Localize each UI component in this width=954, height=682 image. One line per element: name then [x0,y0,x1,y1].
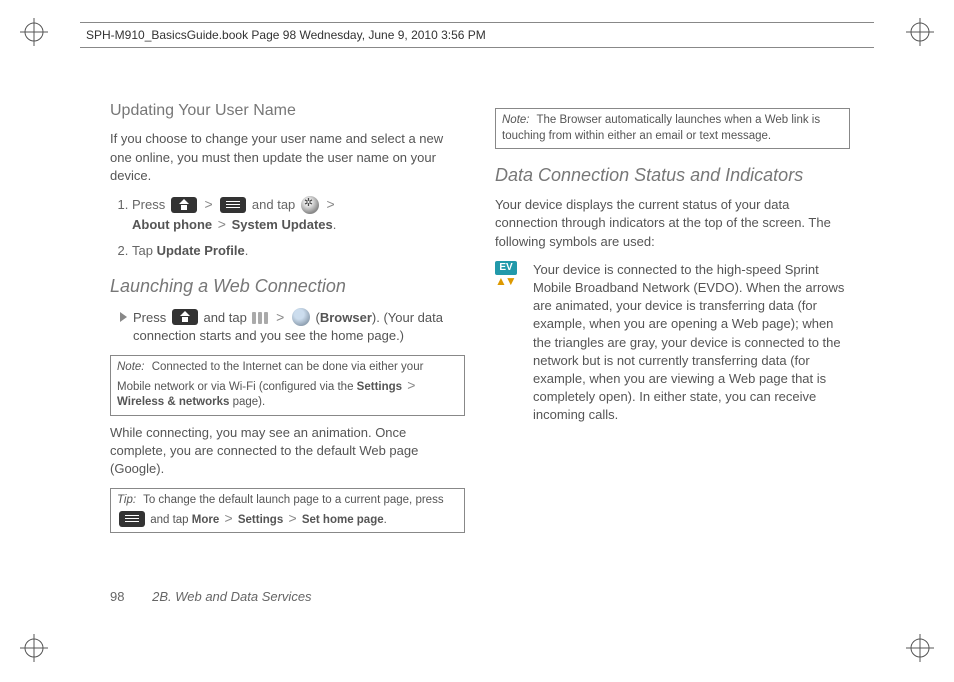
step-2: Tap Update Profile. [132,242,465,260]
menu-path-item: Wireless & networks [117,396,229,408]
heading-updating-username: Updating Your User Name [110,100,465,122]
chevron-icon: > [276,309,284,325]
crop-mark-icon [906,18,934,46]
note-label: Note: [117,361,145,373]
right-column: Note: The Browser automatically launches… [495,100,850,620]
home-key-icon [172,309,198,325]
running-header: SPH-M910_BasicsGuide.book Page 98 Wednes… [80,22,874,48]
chevron-icon: > [288,510,296,526]
app-name: Browser [320,310,372,325]
tip-label: Tip: [117,494,136,506]
note-label: Note: [502,114,530,126]
tip-box: Tip: To change the default launch page t… [110,488,465,533]
menu-key-icon [119,511,145,527]
chevron-icon: > [224,510,232,526]
paragraph: If you choose to change your user name a… [110,130,465,185]
settings-gear-icon [301,196,319,214]
text: and tap [203,310,250,325]
menu-path-item: Set home page [302,514,384,526]
crop-mark-icon [20,634,48,662]
step-text: Press and tap > (Browser). (Your data co… [133,308,465,346]
text: Tap [132,243,157,258]
ev-badge: EV [495,261,517,275]
tip-text: To change the default launch page to a c… [143,494,444,506]
section-title: 2B. Web and Data Services [152,589,311,604]
text: and tap [252,197,299,212]
paragraph: While connecting, you may see an animati… [110,424,465,479]
paragraph: Your device is connected to the high-spe… [533,261,850,425]
paragraph: Your device displays the current status … [495,196,850,251]
page-number: 98 [110,589,124,604]
tip-text: and tap [150,514,192,526]
tip-text: . [384,514,387,526]
bullet-triangle-icon [120,312,127,322]
menu-path-item: System Updates [232,217,333,232]
evdo-indicator-icon: EV ▲▼ [495,261,523,425]
menu-path-item: Settings [357,381,402,393]
heading-launching-web: Launching a Web Connection [110,274,465,299]
chevron-icon: > [218,216,226,232]
running-header-text: SPH-M910_BasicsGuide.book Page 98 Wednes… [86,28,486,42]
note-text: The Browser automatically launches when … [502,114,820,142]
chevron-icon: > [327,196,335,212]
crop-mark-icon [20,18,48,46]
note-box: Note: Connected to the Internet can be d… [110,355,465,416]
crop-mark-icon [906,634,934,662]
step-1: Press > and tap > About phone > System U… [132,195,465,234]
status-bar-icon [252,312,268,324]
chevron-icon: > [407,377,415,393]
data-arrows-icon: ▲▼ [495,276,523,286]
menu-path-item: Update Profile [157,243,245,258]
note-box: Note: The Browser automatically launches… [495,108,850,149]
menu-path-item: Settings [238,514,283,526]
home-key-icon [171,197,197,213]
page-footer: 98 2B. Web and Data Services [110,589,312,604]
menu-key-icon [220,197,246,213]
heading-data-connection: Data Connection Status and Indicators [495,163,850,188]
menu-path-item: More [192,514,219,526]
chevron-icon: > [204,196,212,212]
note-text: page). [233,396,266,408]
text: Press [132,197,169,212]
text: Press [133,310,170,325]
browser-globe-icon [292,308,310,326]
left-column: Updating Your User Name If you choose to… [110,100,465,620]
menu-path-item: About phone [132,217,212,232]
